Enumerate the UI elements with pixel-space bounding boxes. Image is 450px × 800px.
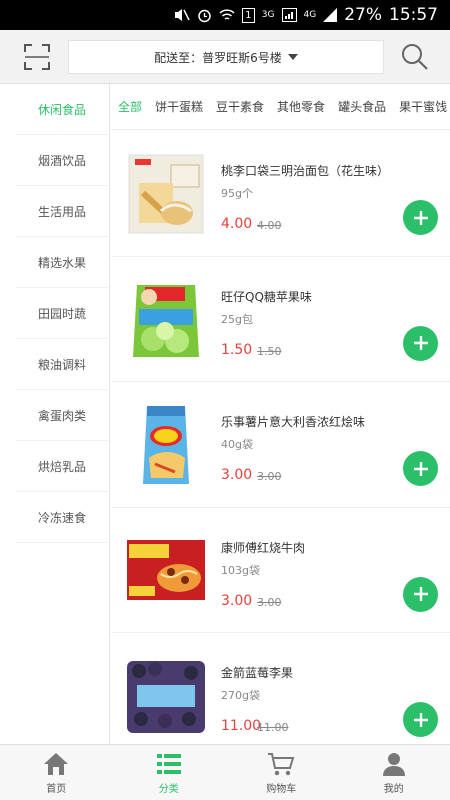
product-unit: 95g个 bbox=[221, 187, 253, 200]
delivery-address-text: 配送至：普罗旺斯6号楼 bbox=[154, 50, 282, 65]
product-name: 康师傅红烧牛肉 bbox=[221, 540, 306, 555]
sidebar-item-grain-oil[interactable]: 粮油调料 bbox=[16, 339, 108, 390]
list-icon bbox=[156, 753, 181, 774]
add-to-cart-button[interactable] bbox=[403, 325, 438, 361]
product-unit: 270g袋 bbox=[221, 689, 260, 702]
network-label: 3G bbox=[261, 10, 275, 20]
product-price: 11.00 bbox=[221, 718, 262, 734]
product-price: 1.50 bbox=[221, 341, 253, 358]
product-image bbox=[125, 279, 207, 361]
sidebar-item-vegetables[interactable]: 田园时蔬 bbox=[16, 288, 108, 339]
mute-icon bbox=[174, 8, 190, 22]
search-icon[interactable] bbox=[400, 42, 430, 72]
nav-home[interactable]: 首页 bbox=[0, 745, 113, 800]
product-price: 3.00 bbox=[221, 467, 253, 483]
product-original-price: 3.00 bbox=[257, 595, 282, 609]
wifi-icon bbox=[219, 8, 235, 22]
product-image bbox=[125, 404, 207, 486]
network-label-2: 4G bbox=[303, 10, 317, 20]
product-unit: 25g包 bbox=[221, 312, 253, 326]
product-name: 金箭蓝莓李果 bbox=[221, 666, 294, 680]
product-list: 桃李口袋三明治面包（花生味） 95g个 4.00 4.00 旺仔QQ糖苹果味 2… bbox=[111, 131, 450, 744]
product-image bbox=[125, 655, 207, 737]
sidebar-item-meat-eggs[interactable]: 禽蛋肉类 bbox=[16, 390, 108, 441]
sidebar-item-daily-goods[interactable]: 生活用品 bbox=[16, 186, 108, 237]
product-item[interactable]: 金箭蓝莓李果 270g袋 11.00 11.00 bbox=[111, 633, 450, 744]
product-item[interactable]: 康师傅红烧牛肉 103g袋 3.00 3.00 bbox=[111, 508, 450, 633]
plus-icon bbox=[413, 336, 428, 350]
product-price: 3.00 bbox=[221, 592, 253, 609]
tab-tofu-vegetarian[interactable]: 豆干素食 bbox=[216, 98, 270, 115]
product-name: 旺仔QQ糖苹果味 bbox=[221, 289, 312, 304]
product-item[interactable]: 旺仔QQ糖苹果味 25g包 1.50 1.50 bbox=[111, 257, 450, 382]
nav-profile-label: 我的 bbox=[383, 783, 404, 795]
bottom-navigation: 首页 分类 购物车 我的 bbox=[0, 744, 450, 800]
tab-dried-fruit[interactable]: 果干蜜饯 bbox=[399, 98, 450, 115]
category-sidebar: 休闲食品 烟酒饮品 生活用品 精选水果 田园时蔬 粮油调料 禽蛋肉类 烘焙乳品 … bbox=[0, 84, 110, 744]
nav-category[interactable]: 分类 bbox=[113, 745, 226, 800]
tab-canned-food[interactable]: 罐头食品 bbox=[338, 98, 392, 115]
tab-all[interactable]: 全部 bbox=[118, 98, 148, 115]
product-unit: 40g袋 bbox=[221, 438, 253, 451]
nav-profile[interactable]: 我的 bbox=[338, 745, 450, 800]
nav-cart-label: 购物车 bbox=[266, 783, 297, 795]
product-name: 桃李口袋三明治面包（花生味） bbox=[221, 164, 390, 178]
user-icon bbox=[382, 752, 405, 776]
signal-icon bbox=[281, 8, 297, 22]
product-original-price: 3.00 bbox=[257, 470, 282, 483]
product-item[interactable]: 桃李口袋三明治面包（花生味） 95g个 4.00 4.00 bbox=[111, 131, 450, 257]
signal-icon-2 bbox=[323, 8, 338, 22]
tab-other-snacks[interactable]: 其他零食 bbox=[277, 98, 331, 115]
sidebar-item-frozen[interactable]: 冷冻速食 bbox=[16, 492, 108, 543]
product-image bbox=[125, 153, 207, 235]
product-original-price: 11.00 bbox=[257, 721, 289, 734]
product-price: 4.00 bbox=[221, 216, 253, 232]
alarm-icon bbox=[197, 8, 212, 23]
battery-text: 27% bbox=[344, 5, 382, 25]
product-original-price: 1.50 bbox=[257, 344, 282, 358]
sidebar-item-drinks[interactable]: 烟酒饮品 bbox=[16, 135, 108, 186]
chevron-down-icon bbox=[287, 54, 298, 60]
plus-icon bbox=[413, 587, 428, 601]
plus-icon bbox=[413, 712, 428, 727]
clock: 15:57 bbox=[389, 5, 438, 25]
product-item[interactable]: 乐事薯片意大利香浓红烩味 40g袋 3.00 3.00 bbox=[111, 382, 450, 508]
nav-home-label: 首页 bbox=[46, 783, 67, 795]
home-icon bbox=[44, 752, 69, 775]
tab-biscuits-cakes[interactable]: 饼干蛋糕 bbox=[155, 98, 209, 115]
sidebar-item-fruits[interactable]: 精选水果 bbox=[16, 237, 108, 288]
add-to-cart-button[interactable] bbox=[403, 702, 438, 737]
nav-cart[interactable]: 购物车 bbox=[225, 745, 338, 800]
status-bar: 1 3G 4G 27% 15:57 bbox=[0, 0, 450, 30]
scan-icon[interactable] bbox=[22, 42, 52, 72]
add-to-cart-button[interactable] bbox=[403, 200, 438, 235]
cart-icon bbox=[268, 752, 295, 775]
add-to-cart-button[interactable] bbox=[403, 451, 438, 486]
product-name: 乐事薯片意大利香浓红烩味 bbox=[221, 415, 366, 429]
product-image bbox=[125, 530, 207, 612]
plus-icon bbox=[413, 210, 428, 225]
product-original-price: 4.00 bbox=[257, 219, 282, 232]
product-unit: 103g袋 bbox=[221, 563, 260, 577]
subcategory-tabs: 全部 饼干蛋糕 豆干素食 其他零食 罐头食品 果干蜜饯 bbox=[111, 84, 450, 130]
sidebar-item-bakery-dairy[interactable]: 烘焙乳品 bbox=[16, 441, 108, 492]
plus-icon bbox=[413, 461, 428, 476]
delivery-address-selector[interactable]: 配送至：普罗旺斯6号楼 bbox=[68, 40, 384, 74]
add-to-cart-button[interactable] bbox=[403, 576, 438, 612]
nav-category-label: 分类 bbox=[158, 783, 179, 795]
sidebar-item-snacks[interactable]: 休闲食品 bbox=[16, 84, 108, 135]
header: 配送至：普罗旺斯6号楼 bbox=[0, 30, 450, 84]
sim-icon: 1 bbox=[241, 7, 255, 23]
